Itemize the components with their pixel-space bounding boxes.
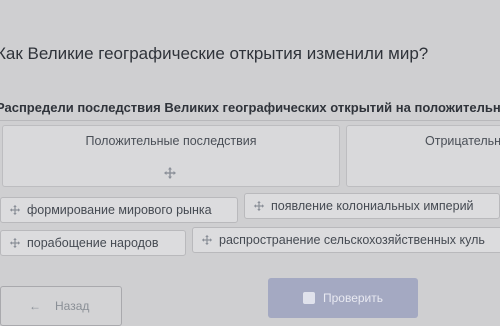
sorting-table: Положительные последствия Отрицательны: [0, 120, 500, 195]
arrow-left-icon: ←: [29, 299, 41, 313]
chip-label: появление колониальных империй: [271, 199, 474, 213]
question-title: Как Великие географические открытия изме…: [0, 44, 429, 63]
back-button-label: Назад: [55, 299, 90, 313]
move-cross-icon: [164, 167, 176, 179]
negative-column-dropzone[interactable]: Отрицательны: [346, 125, 500, 187]
check-button[interactable]: Проверить: [268, 278, 418, 318]
move-cross-icon: [201, 234, 213, 246]
move-cross-icon: [9, 204, 21, 216]
task-instruction: Распредели последствия Великих географич…: [0, 100, 500, 115]
chip-label: распространение сельскохозяйственных кул…: [219, 233, 485, 247]
move-cross-icon: [253, 200, 265, 212]
draggable-answer-chip[interactable]: распространение сельскохозяйственных кул…: [192, 227, 500, 253]
positive-column-dropzone[interactable]: Положительные последствия: [2, 125, 340, 187]
positive-column-header: Положительные последствия: [85, 134, 257, 148]
negative-column-header: Отрицательны: [425, 134, 500, 148]
draggable-answer-chip[interactable]: формирование мирового рынка: [0, 197, 238, 223]
draggable-answer-chip[interactable]: появление колониальных империй: [244, 193, 500, 219]
draggable-answer-chip[interactable]: порабощение народов: [0, 230, 186, 256]
back-button[interactable]: ← Назад: [0, 286, 122, 326]
chip-label: порабощение народов: [27, 236, 159, 250]
move-cross-icon: [9, 237, 21, 249]
chip-label: формирование мирового рынка: [27, 203, 212, 217]
check-button-label: Проверить: [322, 291, 383, 305]
check-box-icon: [302, 292, 315, 304]
